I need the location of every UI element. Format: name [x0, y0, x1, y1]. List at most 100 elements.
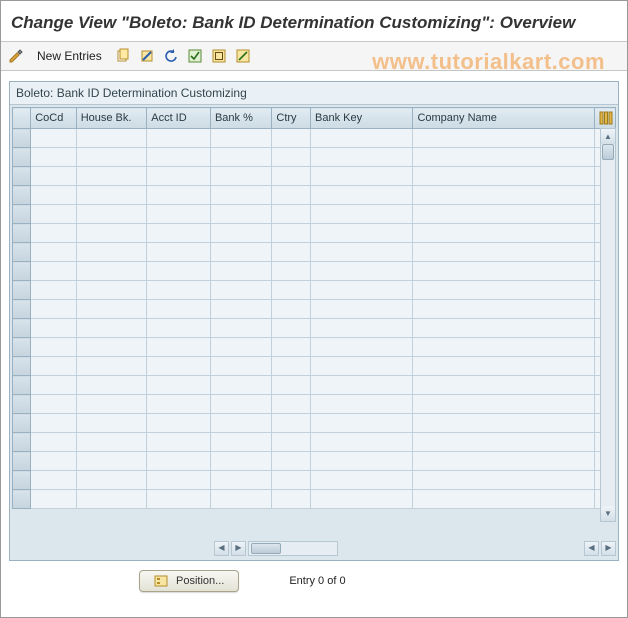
cell[interactable] — [210, 471, 271, 490]
cell[interactable] — [413, 395, 595, 414]
col-cocd[interactable]: CoCd — [31, 108, 77, 129]
col-bank-key[interactable]: Bank Key — [311, 108, 413, 129]
select-all-icon[interactable] — [184, 45, 206, 67]
cell[interactable] — [31, 262, 77, 281]
cell[interactable] — [31, 224, 77, 243]
cell[interactable] — [272, 186, 311, 205]
cell[interactable] — [76, 300, 147, 319]
cell[interactable] — [413, 224, 595, 243]
cell[interactable] — [31, 319, 77, 338]
row-handle[interactable] — [13, 262, 31, 281]
cell[interactable] — [147, 148, 211, 167]
undo-change-icon[interactable] — [160, 45, 182, 67]
row-handle[interactable] — [13, 148, 31, 167]
table-row[interactable] — [13, 395, 616, 414]
cell[interactable] — [311, 224, 413, 243]
cell[interactable] — [311, 262, 413, 281]
row-handle[interactable] — [13, 186, 31, 205]
cell[interactable] — [413, 129, 595, 148]
cell[interactable] — [311, 490, 413, 509]
row-handle[interactable] — [13, 376, 31, 395]
row-handle[interactable] — [13, 490, 31, 509]
cell[interactable] — [76, 490, 147, 509]
table-row[interactable] — [13, 357, 616, 376]
cell[interactable] — [147, 395, 211, 414]
cell[interactable] — [413, 490, 595, 509]
cell[interactable] — [311, 129, 413, 148]
cell[interactable] — [272, 129, 311, 148]
cell[interactable] — [76, 414, 147, 433]
table-row[interactable] — [13, 129, 616, 148]
toggle-display-change-icon[interactable] — [5, 45, 27, 67]
hscroll-right-icon[interactable]: ▶ — [231, 541, 246, 556]
cell[interactable] — [272, 357, 311, 376]
row-handle[interactable] — [13, 395, 31, 414]
cell[interactable] — [210, 281, 271, 300]
row-handle[interactable] — [13, 129, 31, 148]
row-handle[interactable] — [13, 243, 31, 262]
table-row[interactable] — [13, 376, 616, 395]
row-handle[interactable] — [13, 338, 31, 357]
table-row[interactable] — [13, 167, 616, 186]
cell[interactable] — [413, 338, 595, 357]
cell[interactable] — [147, 224, 211, 243]
cell[interactable] — [311, 300, 413, 319]
cell[interactable] — [311, 433, 413, 452]
cell[interactable] — [31, 148, 77, 167]
cell[interactable] — [272, 243, 311, 262]
delete-icon[interactable] — [136, 45, 158, 67]
cell[interactable] — [210, 186, 271, 205]
cell[interactable] — [272, 281, 311, 300]
cell[interactable] — [147, 490, 211, 509]
col-ctry[interactable]: Ctry — [272, 108, 311, 129]
table-row[interactable] — [13, 452, 616, 471]
cell[interactable] — [311, 281, 413, 300]
col-bank-pct[interactable]: Bank % — [210, 108, 271, 129]
cell[interactable] — [31, 490, 77, 509]
cell[interactable] — [210, 338, 271, 357]
cell[interactable] — [31, 167, 77, 186]
row-handle[interactable] — [13, 319, 31, 338]
cell[interactable] — [311, 357, 413, 376]
cell[interactable] — [413, 452, 595, 471]
cell[interactable] — [76, 452, 147, 471]
cell[interactable] — [210, 148, 271, 167]
cell[interactable] — [311, 376, 413, 395]
cell[interactable] — [311, 148, 413, 167]
cell[interactable] — [413, 376, 595, 395]
cell[interactable] — [311, 471, 413, 490]
cell[interactable] — [147, 357, 211, 376]
cell[interactable] — [147, 167, 211, 186]
cell[interactable] — [413, 300, 595, 319]
row-handle[interactable] — [13, 281, 31, 300]
cell[interactable] — [76, 395, 147, 414]
cell[interactable] — [210, 395, 271, 414]
cell[interactable] — [147, 262, 211, 281]
row-handle[interactable] — [13, 414, 31, 433]
cell[interactable] — [147, 338, 211, 357]
cell[interactable] — [272, 490, 311, 509]
cell[interactable] — [147, 414, 211, 433]
position-button[interactable]: Position... — [139, 570, 239, 592]
cell[interactable] — [31, 300, 77, 319]
cell[interactable] — [147, 471, 211, 490]
cell[interactable] — [272, 338, 311, 357]
cell[interactable] — [31, 243, 77, 262]
cell[interactable] — [272, 376, 311, 395]
row-handle[interactable] — [13, 452, 31, 471]
cell[interactable] — [76, 357, 147, 376]
cell[interactable] — [272, 167, 311, 186]
row-handle[interactable] — [13, 300, 31, 319]
cell[interactable] — [413, 262, 595, 281]
cell[interactable] — [413, 148, 595, 167]
cell[interactable] — [147, 376, 211, 395]
cell[interactable] — [31, 376, 77, 395]
table-row[interactable] — [13, 414, 616, 433]
cell[interactable] — [210, 205, 271, 224]
table-row[interactable] — [13, 319, 616, 338]
cell[interactable] — [76, 186, 147, 205]
row-handle[interactable] — [13, 224, 31, 243]
cell[interactable] — [31, 471, 77, 490]
cell[interactable] — [272, 319, 311, 338]
select-block-icon[interactable] — [208, 45, 230, 67]
